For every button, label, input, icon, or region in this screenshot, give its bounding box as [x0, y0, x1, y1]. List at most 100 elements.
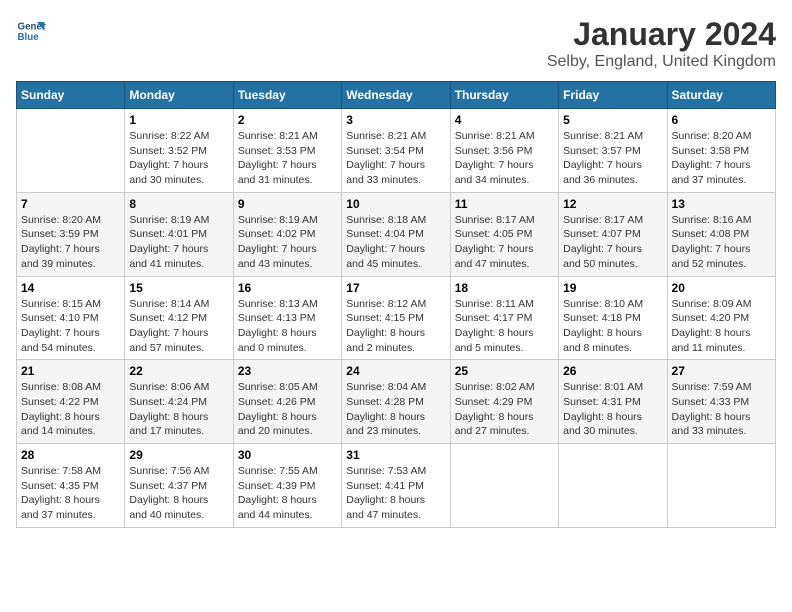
- day-number: 25: [455, 364, 554, 378]
- day-info: Sunrise: 8:17 AM Sunset: 4:07 PM Dayligh…: [563, 213, 662, 272]
- day-info: Sunrise: 8:17 AM Sunset: 4:05 PM Dayligh…: [455, 213, 554, 272]
- days-row: SundayMondayTuesdayWednesdayThursdayFrid…: [17, 82, 776, 109]
- day-number: 17: [346, 281, 445, 295]
- day-number: 7: [21, 197, 120, 211]
- calendar-cell: 11 Sunrise: 8:17 AM Sunset: 4:05 PM Dayli…: [450, 192, 558, 276]
- day-number: 16: [238, 281, 337, 295]
- week-row-3: 14Sunrise: 8:15 AM Sunset: 4:10 PM Dayli…: [17, 276, 776, 360]
- calendar-cell: 8Sunrise: 8:19 AM Sunset: 4:01 PM Daylig…: [125, 192, 233, 276]
- day-number: 23: [238, 364, 337, 378]
- day-info: Sunrise: 7:56 AM Sunset: 4:37 PM Dayligh…: [129, 464, 228, 523]
- header-day-sunday: Sunday: [17, 82, 125, 109]
- calendar-subtitle: Selby, England, United Kingdom: [547, 53, 776, 71]
- day-info: Sunrise: 8:02 AM Sunset: 4:29 PM Dayligh…: [455, 380, 554, 439]
- logo: General Blue: [16, 16, 46, 46]
- calendar-cell: 31 Sunrise: 7:53 AM Sunset: 4:41 PM Dayli…: [342, 444, 450, 528]
- day-number: 22: [129, 364, 228, 378]
- day-info: Sunrise: 7:53 AM Sunset: 4:41 PM Dayligh…: [346, 464, 445, 523]
- day-info: Sunrise: 8:19 AM Sunset: 4:02 PM Dayligh…: [238, 213, 337, 272]
- calendar-body: 1 Sunrise: 8:22 AM Sunset: 3:52 PM Daylig…: [17, 109, 776, 528]
- day-number: 18: [455, 281, 554, 295]
- day-info: Sunrise: 8:14 AM Sunset: 4:12 PM Dayligh…: [129, 297, 228, 356]
- day-info: Sunrise: 8:12 AM Sunset: 4:15 PM Dayligh…: [346, 297, 445, 356]
- calendar-cell: 16 Sunrise: 8:13 AM Sunset: 4:13 PM Dayli…: [233, 276, 341, 360]
- day-number: 3: [346, 113, 445, 127]
- header-day-saturday: Saturday: [667, 82, 775, 109]
- week-row-4: 21 Sunrise: 8:08 AM Sunset: 4:22 PM Dayli…: [17, 360, 776, 444]
- day-info: Sunrise: 8:21 AM Sunset: 3:56 PM Dayligh…: [455, 129, 554, 188]
- calendar-cell: 6Sunrise: 8:20 AM Sunset: 3:58 PM Daylig…: [667, 109, 775, 193]
- page-header: General Blue January 2024 Selby, England…: [16, 16, 776, 71]
- header-day-tuesday: Tuesday: [233, 82, 341, 109]
- day-info: Sunrise: 8:05 AM Sunset: 4:26 PM Dayligh…: [238, 380, 337, 439]
- header-day-thursday: Thursday: [450, 82, 558, 109]
- calendar-cell: 15 Sunrise: 8:14 AM Sunset: 4:12 PM Dayli…: [125, 276, 233, 360]
- day-number: 15: [129, 281, 228, 295]
- day-number: 12: [563, 197, 662, 211]
- calendar-cell: [559, 444, 667, 528]
- calendar-cell: [17, 109, 125, 193]
- day-number: 11: [455, 197, 554, 211]
- header-day-monday: Monday: [125, 82, 233, 109]
- logo-icon: General Blue: [16, 16, 46, 46]
- day-info: Sunrise: 8:01 AM Sunset: 4:31 PM Dayligh…: [563, 380, 662, 439]
- calendar-cell: 14Sunrise: 8:15 AM Sunset: 4:10 PM Dayli…: [17, 276, 125, 360]
- day-info: Sunrise: 8:13 AM Sunset: 4:13 PM Dayligh…: [238, 297, 337, 356]
- day-number: 30: [238, 448, 337, 462]
- calendar-cell: 28 Sunrise: 7:58 AM Sunset: 4:35 PM Dayli…: [17, 444, 125, 528]
- day-number: 1: [129, 113, 228, 127]
- day-info: Sunrise: 8:08 AM Sunset: 4:22 PM Dayligh…: [21, 380, 120, 439]
- day-number: 28: [21, 448, 120, 462]
- calendar-cell: 9Sunrise: 8:19 AM Sunset: 4:02 PM Daylig…: [233, 192, 341, 276]
- day-info: Sunrise: 8:22 AM Sunset: 3:52 PM Dayligh…: [129, 129, 228, 188]
- header-day-friday: Friday: [559, 82, 667, 109]
- calendar-cell: 23 Sunrise: 8:05 AM Sunset: 4:26 PM Dayli…: [233, 360, 341, 444]
- week-row-2: 7 Sunrise: 8:20 AM Sunset: 3:59 PM Daylig…: [17, 192, 776, 276]
- day-number: 29: [129, 448, 228, 462]
- calendar-cell: 30 Sunrise: 7:55 AM Sunset: 4:39 PM Dayli…: [233, 444, 341, 528]
- day-number: 4: [455, 113, 554, 127]
- day-info: Sunrise: 8:04 AM Sunset: 4:28 PM Dayligh…: [346, 380, 445, 439]
- day-info: Sunrise: 8:21 AM Sunset: 3:57 PM Dayligh…: [563, 129, 662, 188]
- calendar-table: SundayMondayTuesdayWednesdayThursdayFrid…: [16, 81, 776, 528]
- calendar-cell: 10Sunrise: 8:18 AM Sunset: 4:04 PM Dayli…: [342, 192, 450, 276]
- calendar-cell: 3Sunrise: 8:21 AM Sunset: 3:54 PM Daylig…: [342, 109, 450, 193]
- calendar-cell: 7 Sunrise: 8:20 AM Sunset: 3:59 PM Daylig…: [17, 192, 125, 276]
- calendar-cell: 21 Sunrise: 8:08 AM Sunset: 4:22 PM Dayli…: [17, 360, 125, 444]
- calendar-cell: 12 Sunrise: 8:17 AM Sunset: 4:07 PM Dayli…: [559, 192, 667, 276]
- calendar-cell: 1 Sunrise: 8:22 AM Sunset: 3:52 PM Daylig…: [125, 109, 233, 193]
- calendar-cell: 19 Sunrise: 8:10 AM Sunset: 4:18 PM Dayli…: [559, 276, 667, 360]
- day-info: Sunrise: 7:55 AM Sunset: 4:39 PM Dayligh…: [238, 464, 337, 523]
- calendar-header: SundayMondayTuesdayWednesdayThursdayFrid…: [17, 82, 776, 109]
- calendar-cell: 13 Sunrise: 8:16 AM Sunset: 4:08 PM Dayli…: [667, 192, 775, 276]
- day-info: Sunrise: 8:16 AM Sunset: 4:08 PM Dayligh…: [672, 213, 771, 272]
- calendar-cell: 18 Sunrise: 8:11 AM Sunset: 4:17 PM Dayli…: [450, 276, 558, 360]
- calendar-cell: 24Sunrise: 8:04 AM Sunset: 4:28 PM Dayli…: [342, 360, 450, 444]
- calendar-cell: 29 Sunrise: 7:56 AM Sunset: 4:37 PM Dayli…: [125, 444, 233, 528]
- calendar-cell: 17 Sunrise: 8:12 AM Sunset: 4:15 PM Dayli…: [342, 276, 450, 360]
- day-info: Sunrise: 8:19 AM Sunset: 4:01 PM Dayligh…: [129, 213, 228, 272]
- calendar-cell: 2Sunrise: 8:21 AM Sunset: 3:53 PM Daylig…: [233, 109, 341, 193]
- day-number: 31: [346, 448, 445, 462]
- day-number: 10: [346, 197, 445, 211]
- calendar-cell: 20 Sunrise: 8:09 AM Sunset: 4:20 PM Dayli…: [667, 276, 775, 360]
- calendar-cell: 27 Sunrise: 7:59 AM Sunset: 4:33 PM Dayli…: [667, 360, 775, 444]
- day-info: Sunrise: 8:11 AM Sunset: 4:17 PM Dayligh…: [455, 297, 554, 356]
- day-number: 21: [21, 364, 120, 378]
- day-info: Sunrise: 8:20 AM Sunset: 3:59 PM Dayligh…: [21, 213, 120, 272]
- day-number: 27: [672, 364, 771, 378]
- day-number: 20: [672, 281, 771, 295]
- day-number: 13: [672, 197, 771, 211]
- title-block: January 2024 Selby, England, United King…: [547, 16, 776, 71]
- day-number: 19: [563, 281, 662, 295]
- day-number: 6: [672, 113, 771, 127]
- calendar-cell: 5Sunrise: 8:21 AM Sunset: 3:57 PM Daylig…: [559, 109, 667, 193]
- day-info: Sunrise: 8:10 AM Sunset: 4:18 PM Dayligh…: [563, 297, 662, 356]
- day-number: 26: [563, 364, 662, 378]
- day-info: Sunrise: 8:09 AM Sunset: 4:20 PM Dayligh…: [672, 297, 771, 356]
- calendar-cell: 26 Sunrise: 8:01 AM Sunset: 4:31 PM Dayli…: [559, 360, 667, 444]
- day-info: Sunrise: 7:58 AM Sunset: 4:35 PM Dayligh…: [21, 464, 120, 523]
- day-info: Sunrise: 8:21 AM Sunset: 3:53 PM Dayligh…: [238, 129, 337, 188]
- day-info: Sunrise: 7:59 AM Sunset: 4:33 PM Dayligh…: [672, 380, 771, 439]
- calendar-title: January 2024: [547, 16, 776, 53]
